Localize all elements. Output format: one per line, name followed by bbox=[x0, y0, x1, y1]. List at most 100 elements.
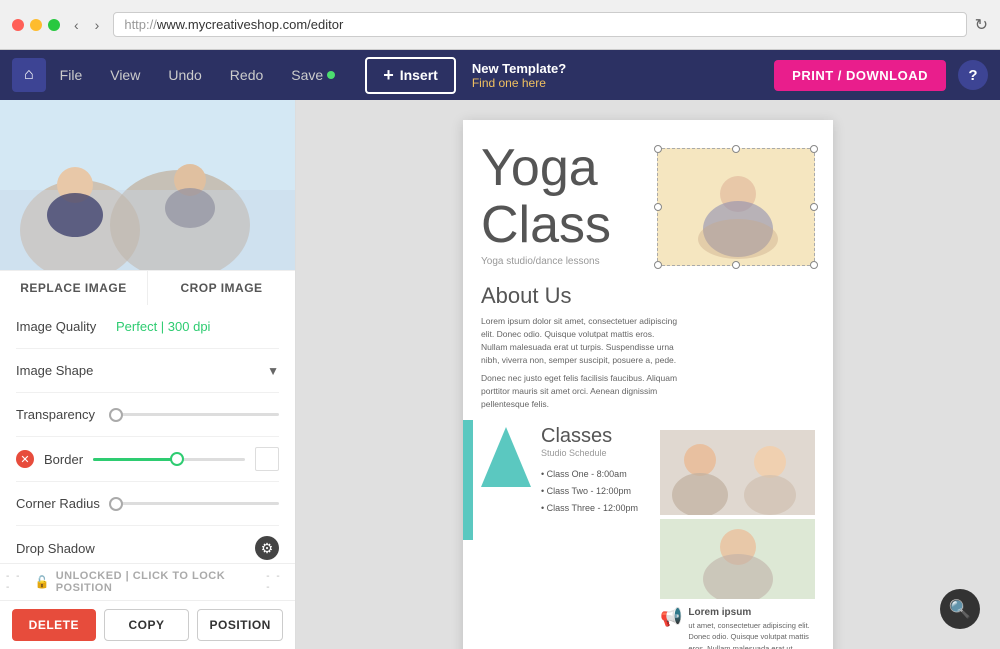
image-quality-row: Image Quality Perfect | 300 dpi bbox=[16, 305, 279, 349]
menu-file[interactable]: File bbox=[46, 50, 97, 100]
class-item-3: • Class Three - 12:00pm bbox=[541, 500, 638, 517]
home-button[interactable]: ⌂ bbox=[12, 58, 46, 92]
transparency-row: Transparency bbox=[16, 393, 279, 437]
corner-radius-row: Corner Radius bbox=[16, 482, 279, 526]
insert-button[interactable]: + Insert bbox=[365, 57, 456, 94]
new-template-promo: New Template? Find one here bbox=[472, 61, 566, 90]
traffic-lights bbox=[12, 19, 60, 31]
lorem-body-1: ut amet, consectetuer adipiscing elit. D… bbox=[688, 620, 815, 649]
border-thumb[interactable] bbox=[170, 452, 184, 466]
class-item-1: • Class One - 8:00am bbox=[541, 466, 638, 483]
megaphone-icon: 📢 bbox=[660, 607, 682, 628]
left-panel: REPLACE IMAGE CROP IMAGE Image Quality P… bbox=[0, 100, 296, 649]
image-preview bbox=[0, 100, 295, 270]
classes-subtitle: Studio Schedule bbox=[541, 448, 638, 458]
lorem-block-1: 📢 Lorem ipsum ut amet, consectetuer adip… bbox=[660, 607, 815, 649]
about-body1: Lorem ipsum dolor sit amet, consectetuer… bbox=[481, 315, 681, 366]
bottom-bar: - - - 🔓 UNLOCKED | CLICK TO LOCK POSITIO… bbox=[0, 563, 295, 649]
image-actions: REPLACE IMAGE CROP IMAGE bbox=[0, 270, 295, 305]
handle-br[interactable] bbox=[810, 261, 818, 269]
crop-image-button[interactable]: CROP IMAGE bbox=[148, 271, 295, 305]
handle-tr[interactable] bbox=[810, 145, 818, 153]
border-remove-icon[interactable]: ✕ bbox=[16, 450, 34, 468]
transparency-slider[interactable] bbox=[116, 413, 279, 416]
delete-button[interactable]: DELETE bbox=[12, 609, 96, 641]
image-quality-value: Perfect | 300 dpi bbox=[116, 319, 279, 334]
image-box-svg bbox=[658, 149, 814, 265]
preview-image bbox=[0, 100, 295, 270]
handle-bl[interactable] bbox=[654, 261, 662, 269]
menu-undo[interactable]: Undo bbox=[154, 50, 215, 100]
url-text: www.mycreativeshop.com/editor bbox=[157, 17, 343, 32]
nav-buttons: ‹ › bbox=[68, 15, 105, 35]
insert-plus-icon: + bbox=[383, 65, 394, 86]
close-button[interactable] bbox=[12, 19, 24, 31]
handle-ml[interactable] bbox=[654, 203, 662, 211]
image-box-inner bbox=[658, 149, 814, 265]
url-prefix: http:// bbox=[124, 17, 157, 32]
handle-tl[interactable] bbox=[654, 145, 662, 153]
about-body2: Donec nec justo eget felis facilisis fau… bbox=[481, 372, 681, 410]
handle-tm[interactable] bbox=[732, 145, 740, 153]
zoom-button[interactable]: 🔍 bbox=[940, 589, 980, 629]
image-shape-control: ▼ bbox=[116, 364, 279, 378]
drop-shadow-icon[interactable]: ⚙ bbox=[255, 536, 279, 560]
app-bar-right: PRINT / DOWNLOAD ? bbox=[774, 60, 988, 91]
menu-view[interactable]: View bbox=[96, 50, 154, 100]
url-bar[interactable]: http://www.mycreativeshop.com/editor bbox=[113, 12, 966, 37]
properties-panel: Image Quality Perfect | 300 dpi Image Sh… bbox=[0, 305, 295, 563]
border-color-swatch[interactable] bbox=[255, 447, 279, 471]
menu-save[interactable]: Save bbox=[277, 50, 349, 100]
save-indicator bbox=[327, 71, 335, 79]
classes-text-block: Classes Studio Schedule • Class One - 8:… bbox=[541, 425, 638, 517]
shape-dropdown-arrow[interactable]: ▼ bbox=[267, 364, 279, 378]
corner-radius-control bbox=[116, 502, 279, 505]
corner-radius-label: Corner Radius bbox=[16, 496, 116, 511]
transparency-thumb[interactable] bbox=[109, 408, 123, 422]
image-shape-row[interactable]: Image Shape ▼ bbox=[16, 349, 279, 393]
lock-dash-right: - - - bbox=[266, 571, 289, 593]
canvas-area[interactable]: Yoga Class Yoga studio/dance lessons Abo… bbox=[296, 100, 1000, 649]
app-bar-menu: File View Undo Redo Save bbox=[46, 50, 350, 100]
page-canvas: Yoga Class Yoga studio/dance lessons Abo… bbox=[463, 120, 833, 649]
lock-icon: 🔓 bbox=[35, 575, 50, 589]
minimize-button[interactable] bbox=[30, 19, 42, 31]
browser-chrome: ‹ › http://www.mycreativeshop.com/editor… bbox=[0, 0, 1000, 50]
transparency-control bbox=[116, 413, 279, 416]
yoga-preview-svg bbox=[0, 100, 295, 270]
back-button[interactable]: ‹ bbox=[68, 15, 85, 35]
menu-redo[interactable]: Redo bbox=[216, 50, 277, 100]
flyer-title: Yoga Class bbox=[481, 140, 661, 254]
drop-shadow-row: Drop Shadow ⚙ bbox=[16, 526, 279, 563]
border-fill bbox=[93, 458, 177, 461]
forward-button[interactable]: › bbox=[89, 15, 106, 35]
copy-button[interactable]: COPY bbox=[104, 609, 190, 641]
maximize-button[interactable] bbox=[48, 19, 60, 31]
lorem-text-1: Lorem ipsum ut amet, consectetuer adipis… bbox=[688, 607, 815, 649]
save-label: Save bbox=[291, 67, 323, 83]
replace-image-button[interactable]: REPLACE IMAGE bbox=[0, 271, 147, 305]
triangle-icon bbox=[481, 427, 531, 492]
border-label: Border bbox=[44, 452, 83, 467]
about-title: About Us bbox=[481, 283, 815, 309]
print-download-button[interactable]: PRINT / DOWNLOAD bbox=[774, 60, 946, 91]
border-row: ✕ Border bbox=[16, 437, 279, 482]
refresh-button[interactable]: ↻ bbox=[975, 15, 988, 35]
handle-bm[interactable] bbox=[732, 261, 740, 269]
new-template-link[interactable]: Find one here bbox=[472, 76, 566, 90]
lock-text: UNLOCKED | CLICK TO LOCK POSITION bbox=[56, 570, 261, 594]
teal-bar bbox=[463, 420, 473, 540]
corner-radius-slider[interactable] bbox=[116, 502, 279, 505]
image-shape-label: Image Shape bbox=[16, 363, 116, 378]
selected-image-box[interactable] bbox=[657, 148, 815, 266]
new-template-title: New Template? bbox=[472, 61, 566, 76]
class-item-2: • Class Two - 12:00pm bbox=[541, 483, 638, 500]
help-button[interactable]: ? bbox=[958, 60, 988, 90]
position-button[interactable]: POSITION bbox=[197, 609, 283, 641]
lock-bar[interactable]: - - - 🔓 UNLOCKED | CLICK TO LOCK POSITIO… bbox=[0, 564, 295, 601]
handle-mr[interactable] bbox=[810, 203, 818, 211]
border-control bbox=[93, 447, 279, 471]
border-slider[interactable] bbox=[93, 458, 245, 461]
people-image-top bbox=[660, 430, 815, 515]
corner-radius-thumb[interactable] bbox=[109, 497, 123, 511]
